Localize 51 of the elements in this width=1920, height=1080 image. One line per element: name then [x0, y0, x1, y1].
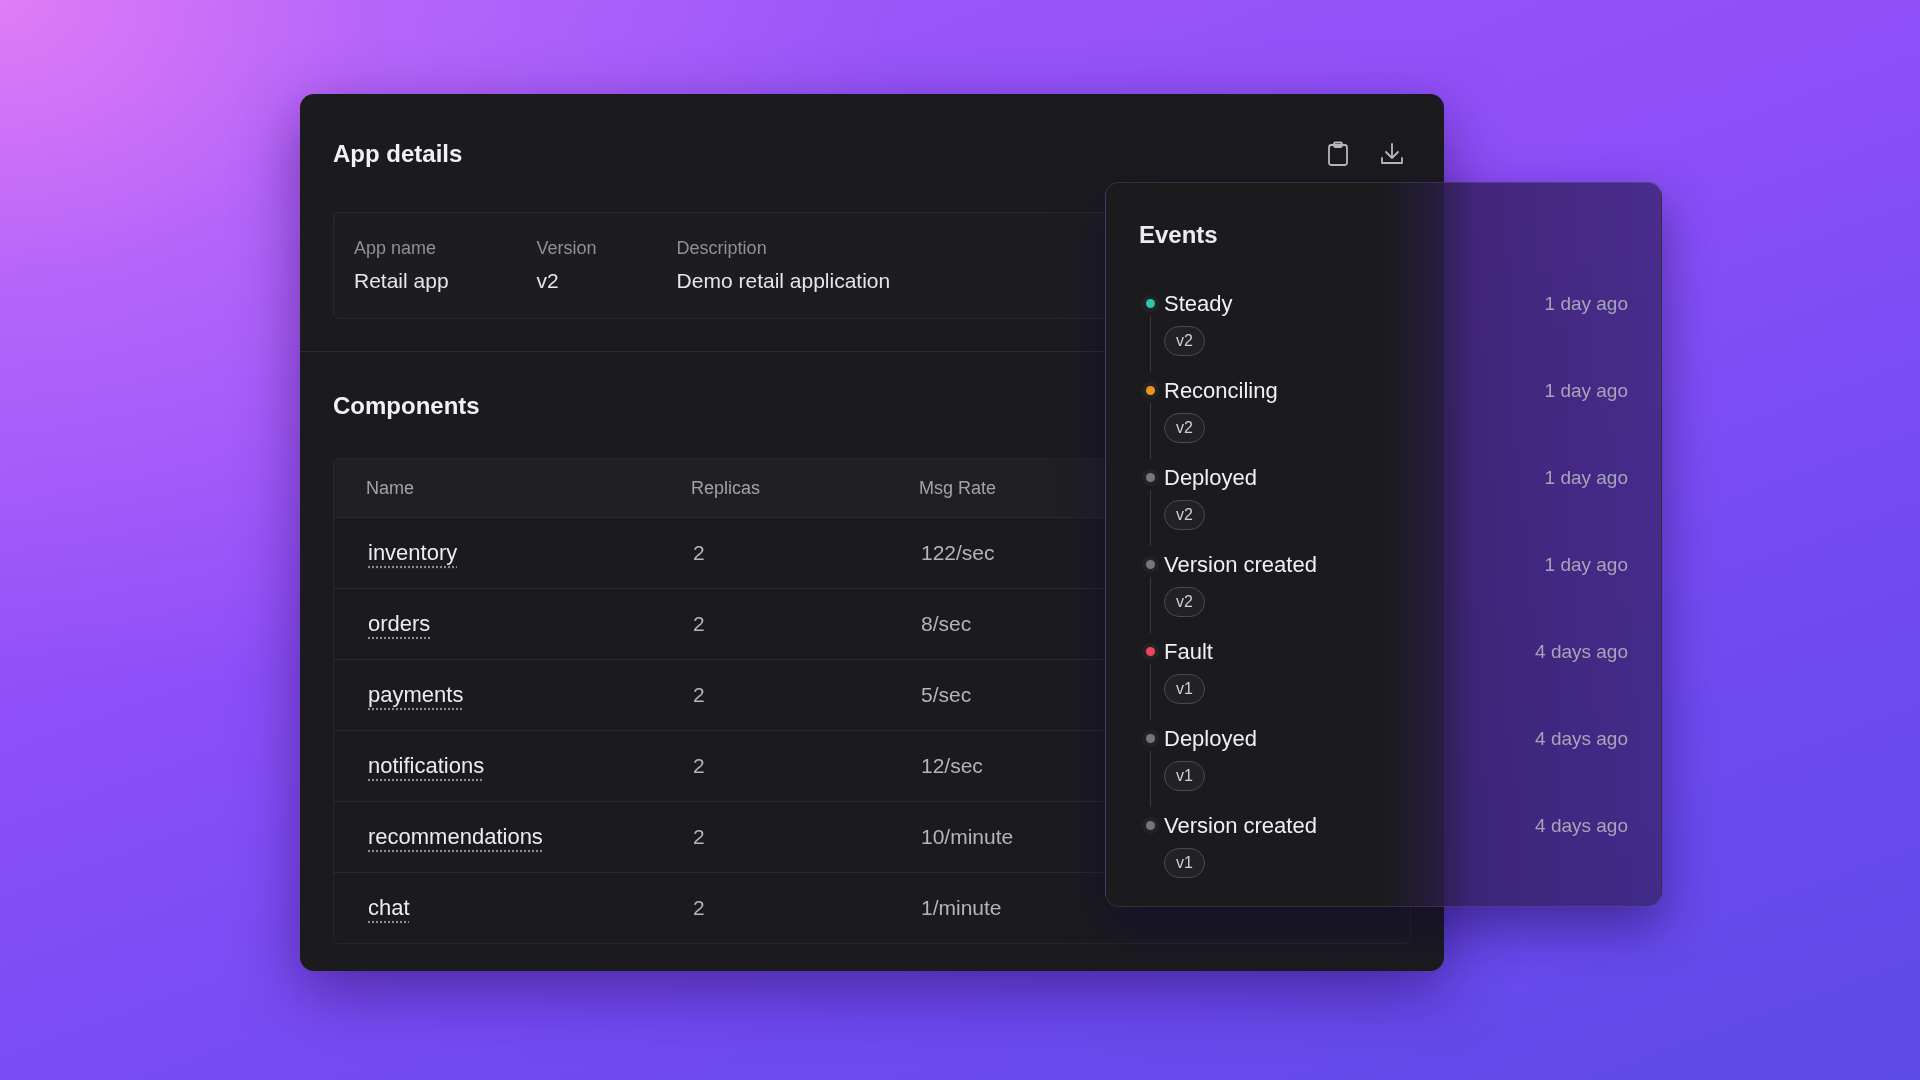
component-link[interactable]: chat: [368, 895, 410, 921]
version-tag: v1: [1164, 848, 1205, 878]
table-cell: 12/sec: [921, 754, 983, 778]
column-header: Msg Rate: [919, 477, 997, 499]
event-time: 4 days ago: [1535, 728, 1628, 750]
table-cell: 8/sec: [921, 612, 972, 636]
table-cell: 2: [693, 825, 705, 849]
event-time: 4 days ago: [1535, 815, 1628, 837]
component-link[interactable]: inventory: [368, 540, 458, 566]
component-link[interactable]: recommendations: [368, 824, 543, 850]
field-label: Description: [676, 238, 767, 259]
table-cell: 1/minute: [921, 896, 1002, 920]
table-cell: 10/minute: [921, 825, 1014, 849]
section-title: Components: [333, 392, 480, 420]
event-label: Steady: [1164, 291, 1233, 317]
event-label: Deployed: [1164, 465, 1257, 491]
event-time: 4 days ago: [1535, 641, 1628, 663]
version-tag: v2: [1164, 587, 1205, 617]
event-label: Reconciling: [1164, 378, 1278, 404]
component-link[interactable]: payments: [368, 682, 464, 708]
event-label: Deployed: [1164, 726, 1257, 752]
field-label: App name: [354, 238, 437, 259]
table-cell: 2: [693, 683, 705, 707]
field-value: v2: [536, 269, 559, 293]
event-label: Version created: [1164, 552, 1317, 578]
events-title: Events: [1139, 221, 1219, 249]
event-time: 1 day ago: [1544, 554, 1628, 576]
version-tag: v2: [1164, 500, 1205, 530]
event-time: 1 day ago: [1544, 293, 1628, 315]
event-label: Fault: [1164, 639, 1213, 665]
column-header: Name: [366, 477, 414, 499]
event-time: 1 day ago: [1544, 467, 1628, 489]
version-tag: v2: [1164, 413, 1205, 443]
table-cell: 2: [693, 541, 705, 565]
event-time: 1 day ago: [1544, 380, 1628, 402]
table-cell: 122/sec: [921, 541, 995, 565]
table-cell: 2: [693, 754, 705, 778]
version-tag: v1: [1164, 761, 1205, 791]
table-cell: 5/sec: [921, 683, 972, 707]
column-header: Replicas: [691, 477, 761, 499]
table-cell: 2: [693, 896, 705, 920]
component-link[interactable]: orders: [368, 611, 431, 637]
event-label: Version created: [1164, 813, 1317, 839]
version-tag: v2: [1164, 326, 1205, 356]
version-tag: v1: [1164, 674, 1205, 704]
field-label: Version: [536, 238, 597, 259]
field-value: Demo retail application: [676, 269, 891, 293]
panel-title: App details: [333, 140, 463, 168]
component-link[interactable]: notifications: [368, 753, 485, 779]
field-value: Retail app: [354, 269, 449, 293]
table-cell: 2: [693, 612, 705, 636]
